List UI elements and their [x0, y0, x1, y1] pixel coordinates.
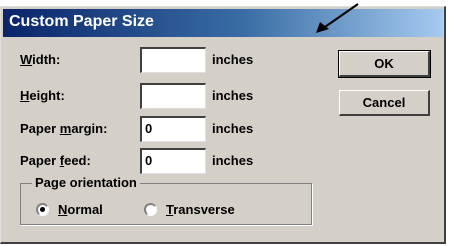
page-orientation-legend: Page orientation: [32, 175, 140, 190]
paper-feed-input[interactable]: 0: [140, 148, 206, 174]
paper-feed-unit: inches: [212, 153, 254, 168]
height-label: Height:: [20, 88, 65, 103]
height-input[interactable]: [140, 83, 206, 109]
height-unit: inches: [212, 88, 254, 103]
ok-button[interactable]: OK: [338, 50, 431, 78]
transverse-radio[interactable]: [144, 203, 157, 216]
normal-radio[interactable]: [36, 203, 49, 216]
width-label: Width:: [20, 52, 61, 67]
paper-margin-label: Paper margin:: [20, 121, 108, 136]
paper-margin-unit: inches: [212, 121, 254, 136]
transverse-radio-label[interactable]: Transverse: [166, 202, 235, 217]
paper-margin-input[interactable]: 0: [140, 116, 206, 142]
cancel-button[interactable]: Cancel: [339, 90, 430, 116]
width-unit: inches: [212, 52, 254, 67]
normal-radio-label[interactable]: Normal: [58, 202, 103, 217]
radio-selected-dot: [40, 207, 45, 212]
paper-feed-label: Paper feed:: [20, 153, 91, 168]
width-input[interactable]: [140, 47, 206, 73]
